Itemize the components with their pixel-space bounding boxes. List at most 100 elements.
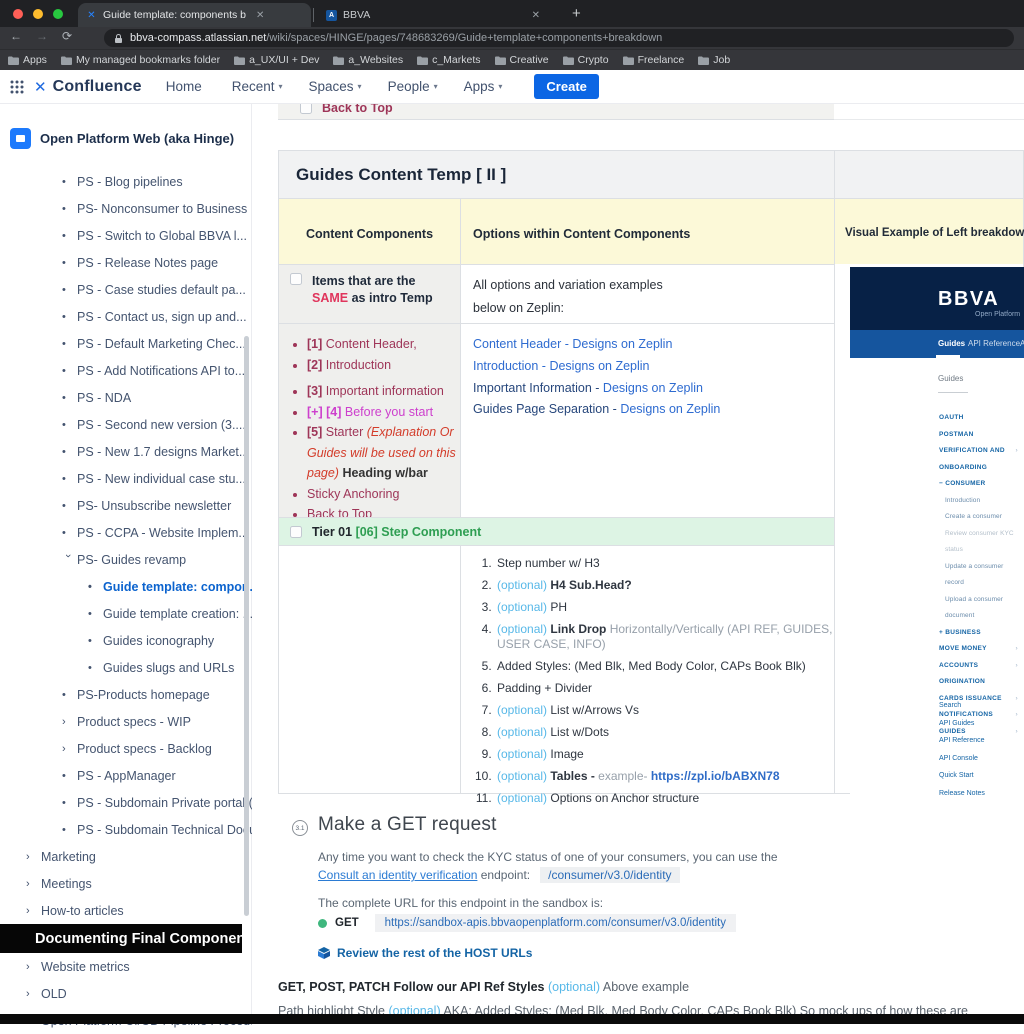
app-switcher-icon[interactable] bbox=[10, 80, 24, 94]
confluence-nav-item[interactable]: People ▾ bbox=[388, 79, 438, 94]
bookmark-item[interactable]: Job bbox=[698, 54, 730, 66]
bbva-footer-link: API Console bbox=[850, 750, 1024, 768]
sidebar-page-item[interactable]: • PS - Blog pipelines bbox=[0, 168, 252, 195]
same-items-label: Items that are the SAME as intro Temp bbox=[312, 273, 442, 307]
tree-marker-icon: • bbox=[88, 581, 103, 593]
confluence-nav-item[interactable]: Spaces ▾ bbox=[309, 79, 362, 94]
bookmark-item[interactable]: c_Markets bbox=[417, 54, 480, 66]
sidebar-page-item[interactable]: › PS- Guides revamp bbox=[0, 546, 252, 573]
sidebar-page-item[interactable]: › How-to articles bbox=[0, 897, 252, 924]
confluence-nav-item[interactable]: Recent ▾ bbox=[232, 79, 283, 94]
bbva-menu-item: VERIFICATION AND ONBOARDING› bbox=[850, 443, 1020, 476]
review-host-urls-link[interactable]: Review the rest of the HOST URLs bbox=[318, 946, 532, 960]
options-note-1: All options and variation examples bbox=[473, 278, 663, 292]
tab-close-icon[interactable]: ✕ bbox=[532, 10, 540, 21]
sidebar-page-item[interactable]: • Guide template: compon... bbox=[0, 573, 252, 600]
page-tree: • PS - Blog pipelines • PS- Nonconsumer … bbox=[0, 168, 252, 1034]
sidebar-scrollbar[interactable] bbox=[244, 336, 249, 916]
sidebar-page-item[interactable]: • PS - AppManager bbox=[0, 762, 252, 789]
sidebar-page-item[interactable]: • PS - Subdomain Private portal (... bbox=[0, 789, 252, 816]
sidebar-page-item[interactable]: • Guide template creation: ... bbox=[0, 600, 252, 627]
sidebar-page-item[interactable]: › Marketing bbox=[0, 843, 252, 870]
sidebar-page-item[interactable]: • PS - CCPA - Website Implem... bbox=[0, 519, 252, 546]
zoom-window-button[interactable] bbox=[53, 9, 63, 19]
sidebar-page-item[interactable]: • PS - New individual case stu... bbox=[0, 465, 252, 492]
zeplin-link[interactable]: Important Information - Designs on Zepli… bbox=[473, 378, 834, 400]
bookmark-item[interactable]: Creative bbox=[495, 54, 549, 66]
sidebar-page-item[interactable]: • PS - Second new version (3.... bbox=[0, 411, 252, 438]
tab-guide-template[interactable]: ✕ Guide template: components b ✕ bbox=[78, 3, 311, 27]
bbva-menu-item: Update a consumer record bbox=[850, 559, 1020, 592]
space-header[interactable]: Open Platform Web (aka Hinge) bbox=[10, 128, 234, 149]
zeplin-link[interactable]: Content Header - Designs on Zeplin bbox=[473, 334, 834, 356]
sidebar-page-item[interactable]: • PS - Contact us, sign up and... bbox=[0, 303, 252, 330]
bookmark-item[interactable]: Crypto bbox=[563, 54, 609, 66]
component-list-item[interactable]: [1] Content Header, bbox=[307, 334, 460, 355]
reload-icon[interactable]: ⟳ bbox=[62, 29, 72, 43]
zeplin-link[interactable]: Introduction - Designs on Zeplin bbox=[473, 356, 834, 378]
sidebar-page-item[interactable]: • PS - Release Notes page bbox=[0, 249, 252, 276]
sidebar-page-item[interactable]: › Website metrics bbox=[0, 953, 252, 980]
bookmark-item[interactable]: Freelance bbox=[623, 54, 685, 66]
tree-marker-icon: › bbox=[26, 905, 41, 917]
component-list-item[interactable]: Sticky Anchoring bbox=[307, 484, 460, 505]
tree-marker-icon: › bbox=[26, 851, 41, 863]
component-list-item[interactable]: [2] Introduction bbox=[307, 355, 460, 376]
zeplin-link[interactable]: Guides Page Separation - Designs on Zepl… bbox=[473, 399, 834, 421]
bbva-nav-api-reference: API Reference bbox=[968, 339, 1020, 348]
sidebar-page-item[interactable]: • PS - Case studies default pa... bbox=[0, 276, 252, 303]
checkbox[interactable] bbox=[300, 104, 312, 114]
sidebar-page-item[interactable]: • PS - Add Notifications API to... bbox=[0, 357, 252, 384]
tree-marker-icon: • bbox=[62, 689, 77, 701]
tab-bbva[interactable]: A BBVA ✕ bbox=[318, 3, 548, 27]
bookmark-item[interactable]: a_Websites bbox=[333, 54, 403, 66]
back-to-top-link[interactable]: Back to Top bbox=[322, 104, 393, 115]
bbva-menu-item: Create a consumer bbox=[850, 509, 1020, 526]
component-list-item[interactable]: [+] [4] Before you start bbox=[307, 402, 460, 423]
tree-marker-icon: • bbox=[62, 176, 77, 188]
sidebar-page-item[interactable]: › Product specs - WIP bbox=[0, 708, 252, 735]
bbva-menu-item: ACCOUNTS ORIGINATION› bbox=[850, 658, 1020, 691]
sidebar-page-item[interactable]: • PS- Nonconsumer to Business bbox=[0, 195, 252, 222]
sidebar-page-item[interactable]: • Guides iconography bbox=[0, 627, 252, 654]
sidebar-page-item[interactable]: • PS - New 1.7 designs Market... bbox=[0, 438, 252, 465]
bookmark-item[interactable]: Apps bbox=[8, 54, 47, 66]
bbva-menu-item: − CONSUMER bbox=[850, 476, 1020, 493]
component-list-item[interactable]: [3] Important information bbox=[307, 381, 460, 402]
confluence-nav-item[interactable]: Apps ▾ bbox=[464, 79, 503, 94]
sidebar-page-item[interactable]: Documenting Final Components bbox=[0, 924, 242, 953]
sidebar-page-item[interactable]: › OLD bbox=[0, 980, 252, 1007]
tree-marker-icon: • bbox=[88, 608, 103, 620]
checkbox[interactable] bbox=[290, 526, 302, 538]
confluence-logo[interactable]: ✕ Confluence bbox=[34, 78, 142, 96]
endpoint-url-chip[interactable]: https://sandbox-apis.bbvaopenplatform.co… bbox=[375, 914, 736, 932]
sidebar-page-item[interactable]: › Product specs - Backlog bbox=[0, 735, 252, 762]
checkbox[interactable] bbox=[290, 273, 302, 285]
new-tab-button[interactable]: + bbox=[572, 5, 581, 22]
create-button[interactable]: Create bbox=[534, 74, 598, 99]
component-list-item[interactable]: [5] Starter (Explanation Or Guides will … bbox=[307, 422, 460, 484]
sidebar-page-item[interactable]: • PS-Products homepage bbox=[0, 681, 252, 708]
forward-icon[interactable]: → bbox=[36, 29, 48, 43]
confluence-nav-item[interactable]: Home bbox=[166, 79, 206, 94]
back-icon[interactable]: ← bbox=[10, 29, 22, 43]
sidebar-page-item[interactable]: › Meetings bbox=[0, 870, 252, 897]
bookmark-item[interactable]: a_UX/UI + Dev bbox=[234, 54, 319, 66]
tree-marker-icon: › bbox=[62, 716, 77, 728]
sidebar-page-item[interactable]: • PS- Unsubscribe newsletter bbox=[0, 492, 252, 519]
tab-close-icon[interactable]: ✕ bbox=[256, 10, 264, 21]
sidebar-page-item[interactable]: • PS - Subdomain Technical Docu... bbox=[0, 816, 252, 843]
minimize-window-button[interactable] bbox=[33, 9, 43, 19]
address-bar[interactable]: bbva-compass.atlassian.net/wiki/spaces/H… bbox=[104, 29, 1014, 47]
tree-marker-icon: • bbox=[62, 419, 77, 431]
browser-chrome: ✕ Guide template: components b ✕ A BBVA … bbox=[0, 0, 1024, 70]
sidebar-page-item[interactable]: • Guides slugs and URLs bbox=[0, 654, 252, 681]
step-option-item: (optional) H4 Sub.Head? bbox=[495, 578, 834, 593]
bookmark-item[interactable]: My managed bookmarks folder bbox=[61, 54, 220, 66]
sidebar-page-item[interactable]: • PS - Default Marketing Chec... bbox=[0, 330, 252, 357]
close-window-button[interactable] bbox=[13, 9, 23, 19]
sidebar-page-item[interactable]: • PS - Switch to Global BBVA l... bbox=[0, 222, 252, 249]
bbva-example-image: BBVA Open Platform Guides API Reference … bbox=[850, 267, 1024, 794]
bbva-nav-bar: Guides API Reference A bbox=[850, 330, 1024, 358]
sidebar-page-item[interactable]: • PS - NDA bbox=[0, 384, 252, 411]
